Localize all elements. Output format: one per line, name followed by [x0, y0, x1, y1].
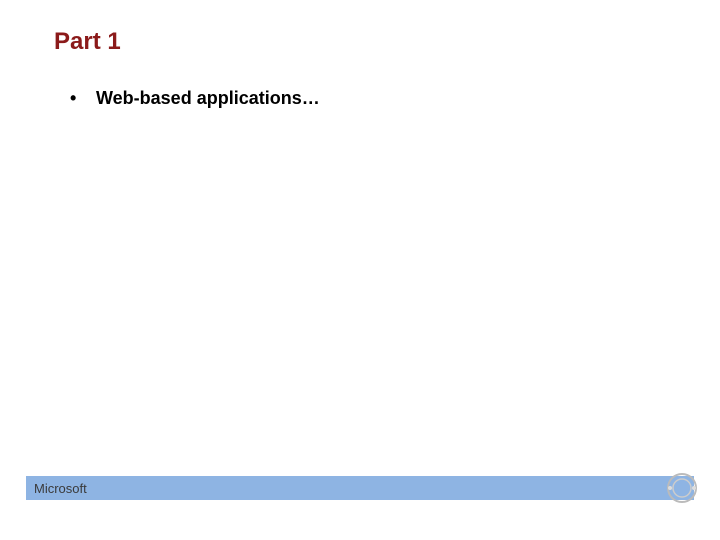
- decorative-circle-icon: [664, 470, 700, 506]
- bullet-list: Web-based applications…: [70, 88, 320, 109]
- microsoft-logo: Microsoft: [34, 481, 87, 496]
- footer-bar: Microsoft: [26, 476, 694, 500]
- bullet-item: Web-based applications…: [70, 88, 320, 109]
- slide-title: Part 1: [54, 28, 121, 56]
